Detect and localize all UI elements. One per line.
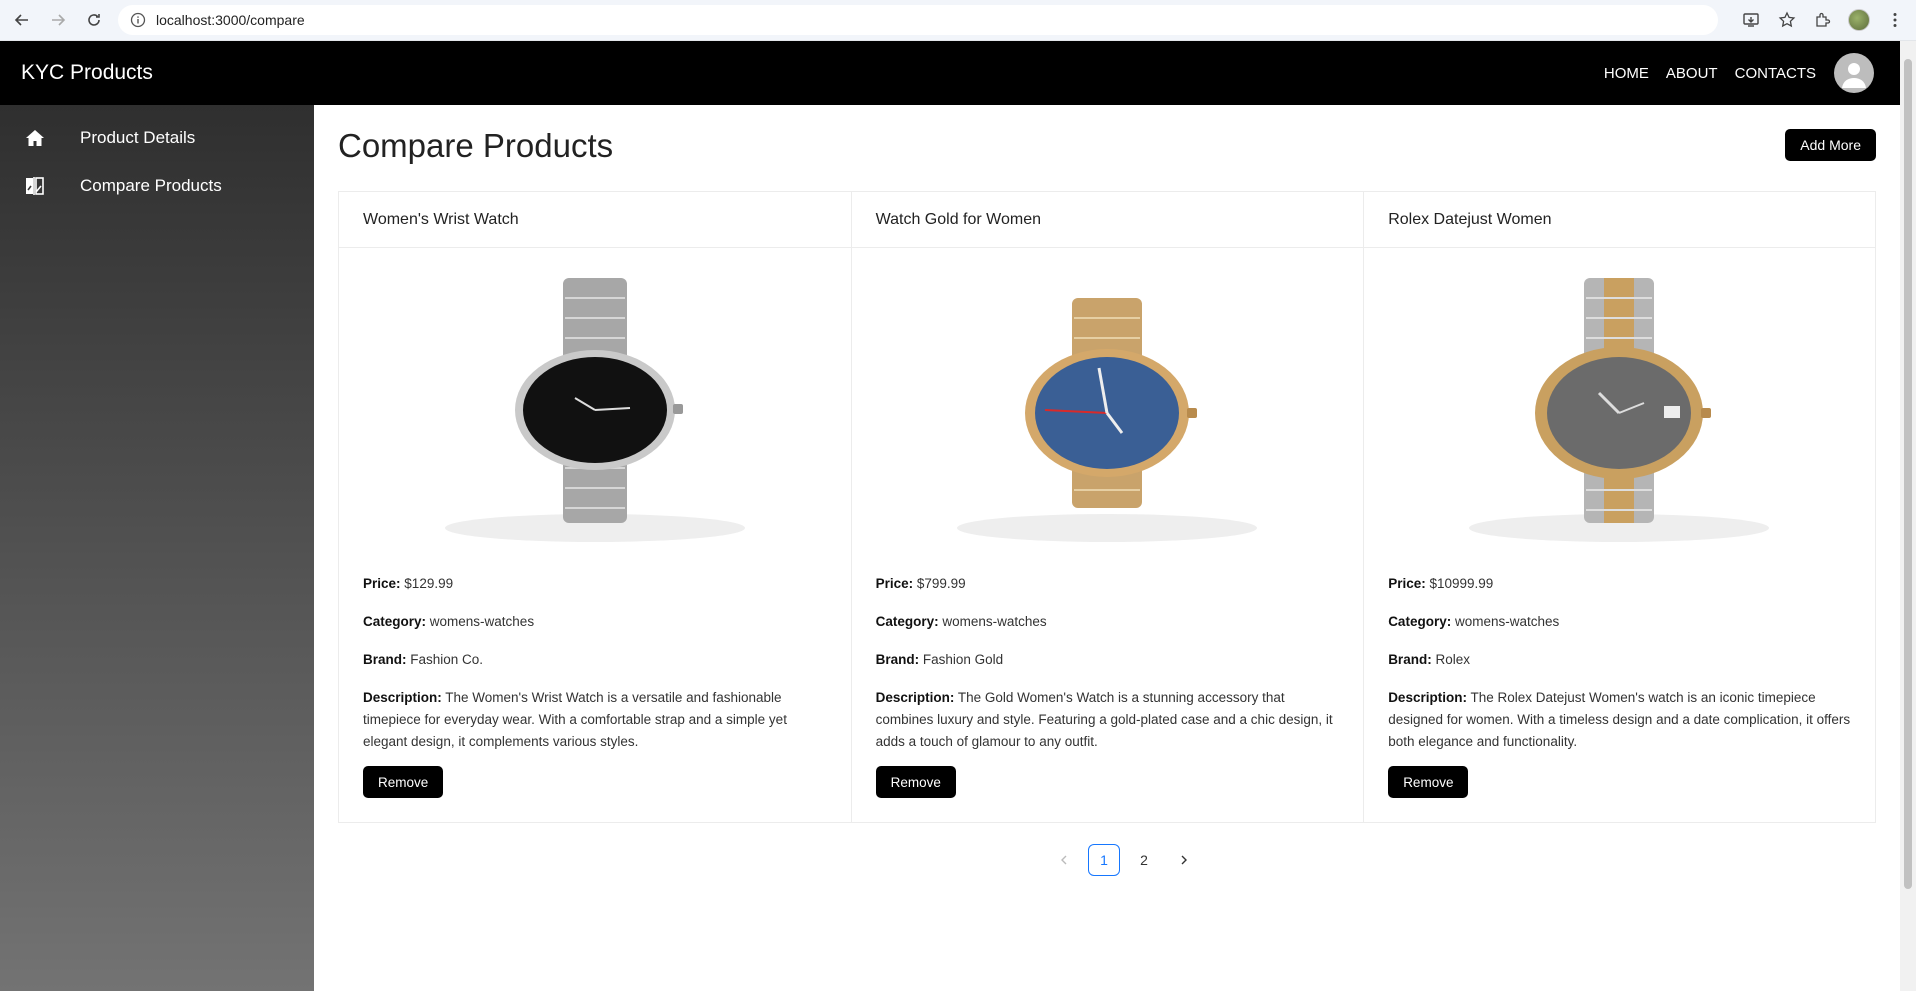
brand-field: Brand: Fashion Co. [363, 652, 484, 667]
remove-button[interactable]: Remove [1388, 766, 1469, 798]
brand-field: Brand: Fashion Gold [875, 652, 1004, 667]
product-card: Watch Gold for Women Price: $799.99 Cate… [850, 191, 1364, 823]
nav-contacts-link[interactable]: CONTACTS [1735, 65, 1816, 82]
price-value: $129.99 [404, 576, 454, 591]
pagination: 1 2 [314, 844, 1900, 876]
card-title: Watch Gold for Women [851, 192, 1364, 248]
product-image-silver-watch [339, 248, 851, 568]
brand-value: Fashion Co. [410, 652, 484, 667]
price-field: Price: $10999.99 [1388, 576, 1494, 591]
product-card: Women's Wrist Watch Price: $129.99 Categ… [338, 191, 851, 823]
nav-home-link[interactable]: HOME [1604, 65, 1649, 82]
prev-page-icon[interactable] [1048, 844, 1080, 876]
description-field: Description: The Rolex Datejust Women's … [1388, 690, 1851, 749]
description-field: Description: The Women's Wrist Watch is … [363, 690, 787, 749]
product-image-two-tone-watch [1364, 248, 1875, 568]
page-1-button[interactable]: 1 [1088, 844, 1120, 876]
category-field: Category: womens-watches [363, 614, 535, 629]
address-bar[interactable]: localhost:3000/compare [118, 5, 1718, 35]
category-field: Category: womens-watches [875, 614, 1047, 629]
price-value: $799.99 [916, 576, 966, 591]
price-value: $10999.99 [1429, 576, 1494, 591]
brand-value: Rolex [1435, 652, 1470, 667]
next-page-icon[interactable] [1168, 844, 1200, 876]
brand-title[interactable]: KYC Products [21, 61, 153, 85]
browser-toolbar: localhost:3000/compare [0, 0, 1916, 41]
description-field: Description: The Gold Women's Watch is a… [875, 690, 1333, 749]
back-icon[interactable] [8, 6, 36, 34]
scrollbar-thumb[interactable] [1904, 59, 1912, 889]
sidebar-item-product-details[interactable]: Product Details [0, 114, 314, 162]
price-field: Price: $129.99 [363, 576, 454, 591]
forward-icon[interactable] [44, 6, 72, 34]
card-title: Rolex Datejust Women [1364, 192, 1875, 248]
top-nav: HOME ABOUT CONTACTS [1587, 41, 1874, 105]
brand-field: Brand: Rolex [1388, 652, 1470, 667]
page-scrollbar[interactable] [1900, 41, 1916, 991]
page-2-button[interactable]: 2 [1128, 844, 1160, 876]
remove-button[interactable]: Remove [363, 766, 444, 798]
reload-icon[interactable] [80, 6, 108, 34]
url-text: localhost:3000/compare [156, 12, 305, 28]
install-app-icon[interactable] [1738, 7, 1764, 33]
price-field: Price: $799.99 [875, 576, 966, 591]
category-value: womens-watches [1454, 614, 1560, 629]
extensions-icon[interactable] [1810, 7, 1836, 33]
remove-button[interactable]: Remove [875, 766, 956, 798]
category-field: Category: womens-watches [1388, 614, 1560, 629]
add-more-button[interactable]: Add More [1785, 129, 1876, 161]
nav-about-link[interactable]: ABOUT [1666, 65, 1718, 82]
product-image-gold-watch [852, 248, 1364, 568]
profile-icon[interactable] [1846, 7, 1872, 33]
more-menu-icon[interactable] [1882, 7, 1908, 33]
sidebar-item-label: Compare Products [80, 176, 222, 195]
category-value: womens-watches [429, 614, 535, 629]
sidebar-item-label: Product Details [80, 128, 196, 147]
page-title: Compare Products [338, 127, 614, 164]
compare-icon [23, 174, 47, 198]
sidebar: Product Details Compare Products [0, 105, 314, 991]
card-title: Women's Wrist Watch [339, 192, 851, 248]
home-icon [23, 126, 47, 150]
site-info-icon[interactable] [130, 12, 146, 28]
compare-cards: Women's Wrist Watch Price: $129.99 Categ… [338, 191, 1876, 823]
user-avatar-icon[interactable] [1834, 53, 1874, 93]
main-content: Compare Products Add More Women's Wrist … [314, 105, 1900, 991]
brand-value: Fashion Gold [922, 652, 1004, 667]
bookmark-star-icon[interactable] [1774, 7, 1800, 33]
product-card: Rolex Datejust Women Price: $10999.99 Ca… [1363, 191, 1876, 823]
app-header: KYC Products HOME ABOUT CONTACTS [0, 41, 1900, 105]
sidebar-item-compare-products[interactable]: Compare Products [0, 162, 314, 210]
category-value: womens-watches [942, 614, 1047, 629]
